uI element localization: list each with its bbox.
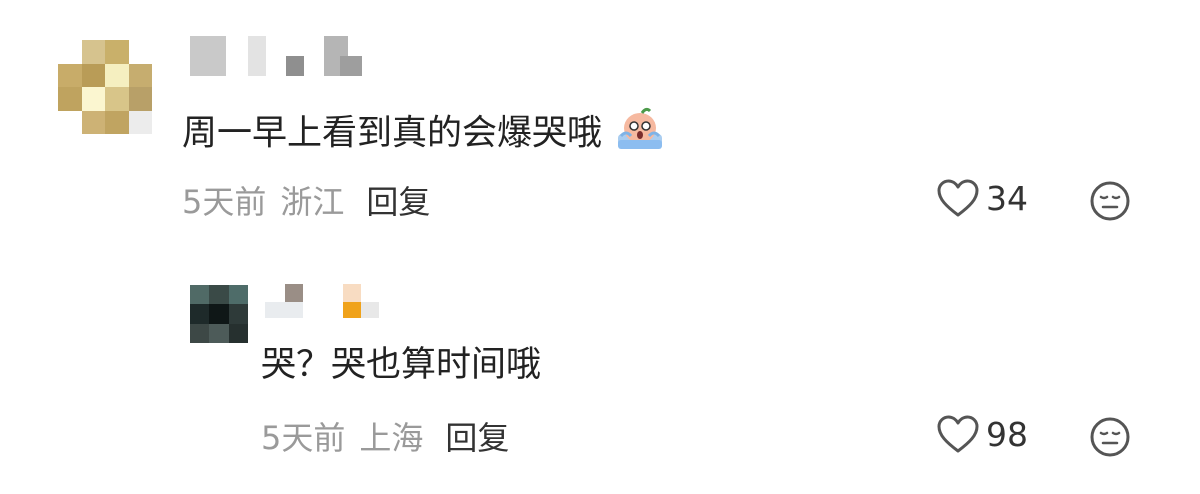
heart-icon: [937, 415, 979, 453]
timestamp: 5天前: [261, 419, 346, 457]
reply-text-content: 哭？哭也算时间哦: [261, 345, 542, 385]
reaction-button[interactable]: [1089, 416, 1131, 462]
reply-button[interactable]: 回复: [445, 419, 509, 457]
reply-meta: 5天前 上海 回复: [261, 418, 509, 458]
avatar[interactable]: [190, 285, 248, 343]
like-button[interactable]: 98: [936, 414, 1028, 454]
username-blurred[interactable]: [265, 284, 380, 320]
neutral-face-icon: [1090, 417, 1130, 457]
reply-text: 哭？哭也算时间哦: [261, 343, 541, 387]
location: 上海: [359, 419, 424, 457]
reply-item: 哭？哭也算时间哦 5天前 上海 回复 98: [0, 0, 1200, 494]
like-count: 98: [986, 414, 1028, 454]
